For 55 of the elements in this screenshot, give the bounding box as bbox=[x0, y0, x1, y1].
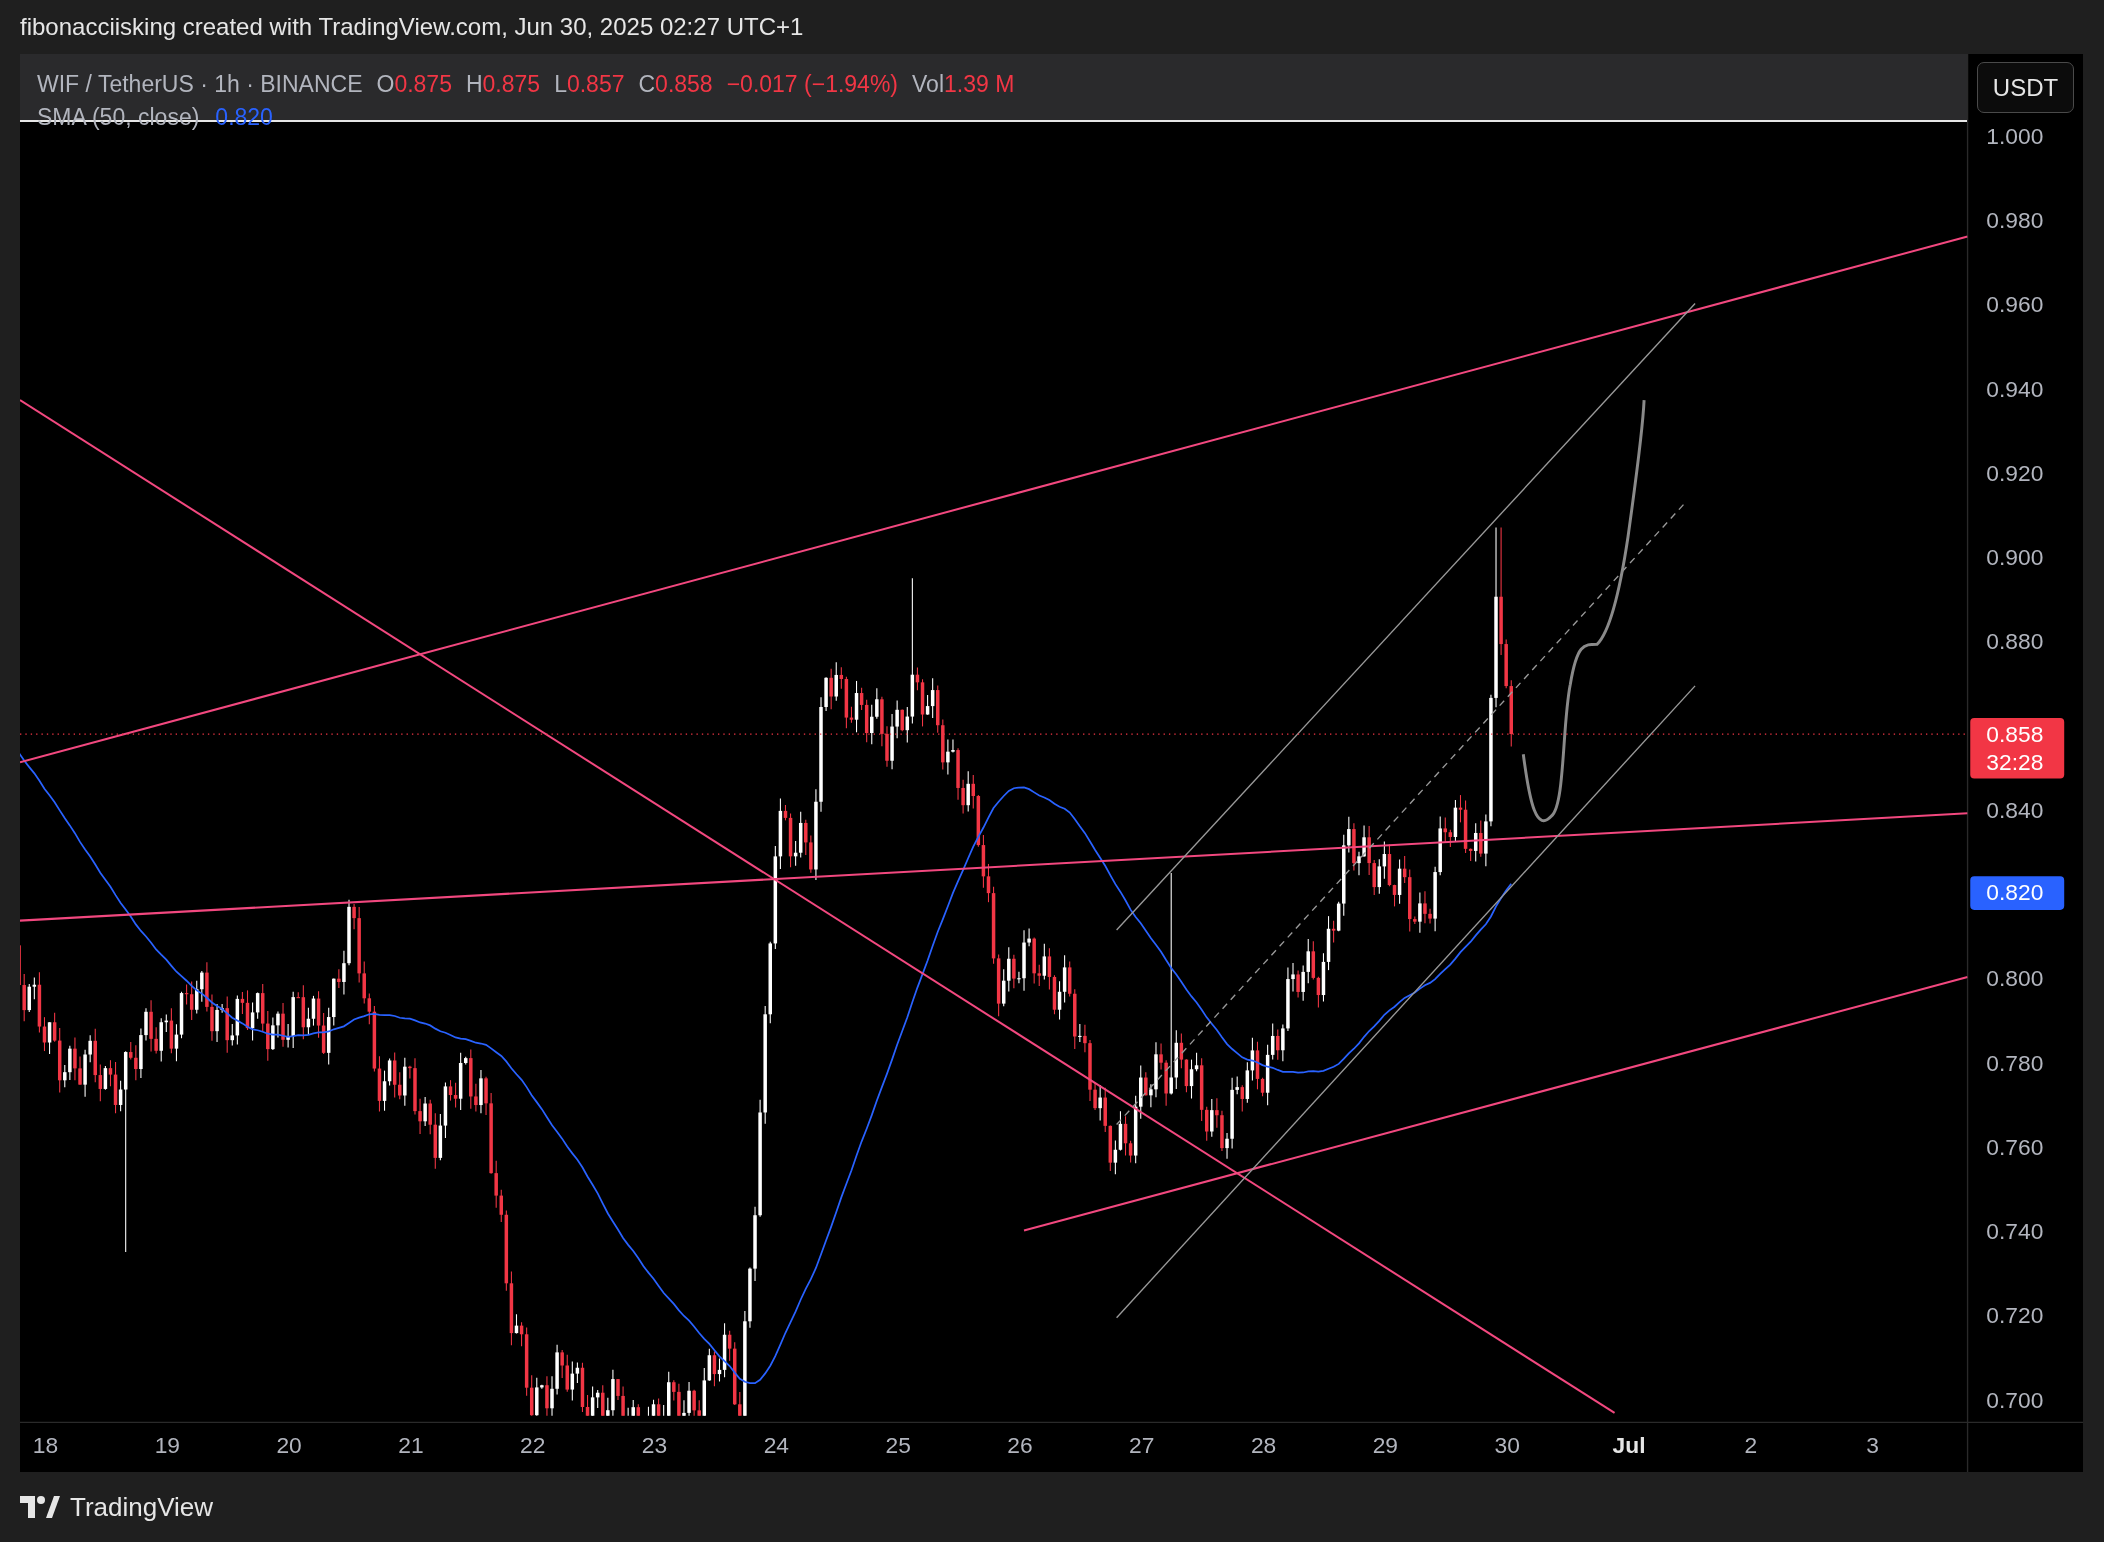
price-tick-label: 0.760 bbox=[1986, 1133, 2044, 1160]
sma-price-label: 0.820 bbox=[1986, 879, 2044, 906]
time-axis-label: 24 bbox=[763, 1432, 790, 1459]
price-tick-label: 0.840 bbox=[1986, 796, 2044, 823]
time-axis-label: 3 bbox=[1866, 1432, 1879, 1459]
trend-line[interactable] bbox=[20, 812, 1968, 922]
price-tick-label: 0.900 bbox=[1986, 544, 2044, 571]
trend-line[interactable] bbox=[1023, 976, 1968, 1232]
time-axis-label: 26 bbox=[1007, 1432, 1033, 1459]
ohlc-value: 0.875 bbox=[394, 71, 452, 98]
time-axis-label: 20 bbox=[276, 1432, 302, 1459]
countdown-label: 32:28 bbox=[1986, 749, 2044, 776]
price-tick-label: 0.800 bbox=[1986, 965, 2044, 992]
symbol-label: WIF / TetherUS · 1h · BINANCE bbox=[37, 71, 363, 98]
price-tick-label: 0.720 bbox=[1986, 1302, 2044, 1329]
projection-curve[interactable] bbox=[1521, 400, 1646, 822]
channel-line[interactable] bbox=[1115, 302, 1696, 931]
channel-line[interactable] bbox=[1115, 685, 1696, 1319]
logo-icon bbox=[20, 1496, 60, 1518]
price-tick-label: 0.960 bbox=[1986, 291, 2044, 318]
time-axis-label: 29 bbox=[1372, 1432, 1399, 1459]
price-tick-label: 0.740 bbox=[1986, 1218, 2044, 1245]
ohlc-value: 0.875 bbox=[482, 71, 541, 98]
time-axis-label: 27 bbox=[1129, 1432, 1155, 1459]
time-axis-label: 2 bbox=[1744, 1432, 1758, 1459]
trend-line[interactable] bbox=[20, 399, 1616, 1414]
currency-button[interactable]: USDT bbox=[1977, 62, 2074, 113]
ohlc-label: O bbox=[376, 71, 395, 98]
price-tick-label: 0.780 bbox=[1986, 1049, 2044, 1076]
ohlc-label: L bbox=[554, 71, 567, 98]
brand-name: TradingView bbox=[70, 1491, 214, 1523]
ohlc-label: H bbox=[465, 71, 483, 98]
ohlc-value: 0.857 bbox=[566, 71, 625, 98]
time-axis-label: Jul bbox=[1612, 1432, 1646, 1459]
time-axis-label: 21 bbox=[398, 1432, 424, 1459]
volume-value: 1.39 M bbox=[944, 71, 1015, 98]
time-axis-label: 18 bbox=[32, 1432, 59, 1459]
volume-label: Vol bbox=[912, 71, 944, 98]
price-tick-label: 0.940 bbox=[1986, 375, 2044, 402]
time-axis-label: 28 bbox=[1250, 1432, 1277, 1459]
time-axis-label: 23 bbox=[641, 1432, 668, 1459]
time-axis-label: 19 bbox=[154, 1432, 180, 1459]
price-tick-label: 0.700 bbox=[1986, 1386, 2044, 1413]
price-tick-label: 0.920 bbox=[1986, 459, 2044, 486]
price-tick-label: 0.880 bbox=[1986, 628, 2044, 655]
price-tick-label: 1.000 bbox=[1986, 122, 2044, 149]
attribution-text: fibonacciisking created with TradingView.com, Jun 30, 2025 02:27 UTC+1 bbox=[20, 13, 804, 41]
change-value: −0.017 (−1.94%) bbox=[726, 71, 898, 98]
last-price-label: 0.858 bbox=[1986, 721, 2044, 748]
price-tick-label: 0.980 bbox=[1986, 207, 2044, 234]
time-axis-label: 22 bbox=[520, 1432, 546, 1459]
time-axis-label: 25 bbox=[885, 1432, 911, 1459]
time-axis-label: 30 bbox=[1494, 1432, 1520, 1459]
ohlc-label: C bbox=[638, 71, 656, 98]
ohlc-value: 0.858 bbox=[655, 71, 713, 98]
